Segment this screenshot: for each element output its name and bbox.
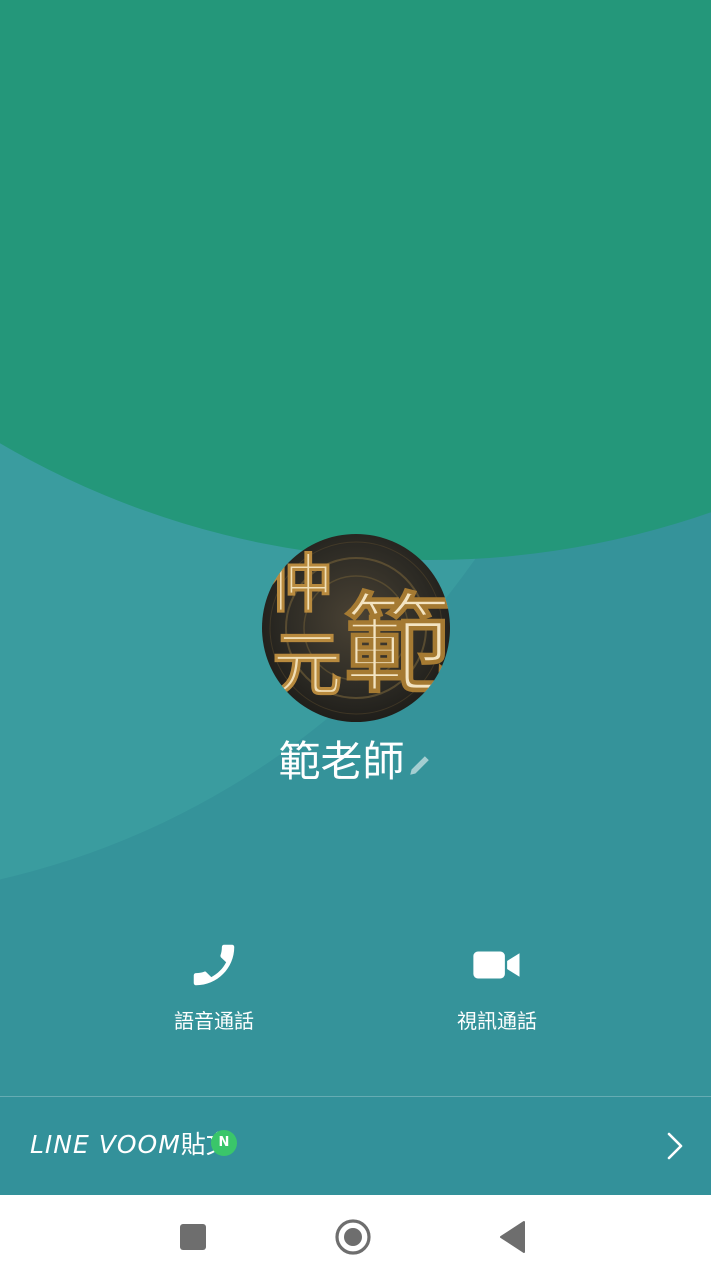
video-call-label: 視訊通話 [457, 1009, 537, 1033]
voice-call-label: 語音通話 [174, 1009, 254, 1033]
phone-icon [193, 944, 235, 986]
profile-avatar[interactable]: 仲 元 範 [262, 534, 450, 722]
new-badge: N [211, 1130, 237, 1156]
avatar-image: 仲 元 範 [262, 534, 450, 722]
profile-name: 範老師 [278, 737, 405, 786]
line-voom-label-latin: LINE VOOM [30, 1130, 181, 1159]
background-circle-green [0, 0, 711, 560]
triangle-back-icon[interactable] [494, 1217, 534, 1257]
chevron-right-icon [667, 1132, 683, 1160]
system-navigation-bar [0, 1195, 711, 1280]
line-voom-label: LINE VOOM貼文 [30, 1127, 231, 1163]
profile-name-row: 範老師 [0, 732, 711, 792]
square-icon[interactable] [173, 1217, 213, 1257]
circle-icon[interactable] [333, 1217, 373, 1257]
video-camera-icon [473, 951, 520, 979]
line-voom-posts-row[interactable]: LINE VOOM貼文 N [0, 1096, 711, 1196]
video-call-button[interactable]: 視訊通話 [417, 930, 577, 1040]
pencil-icon[interactable] [407, 752, 433, 778]
voice-call-button[interactable]: 語音通話 [134, 930, 294, 1040]
